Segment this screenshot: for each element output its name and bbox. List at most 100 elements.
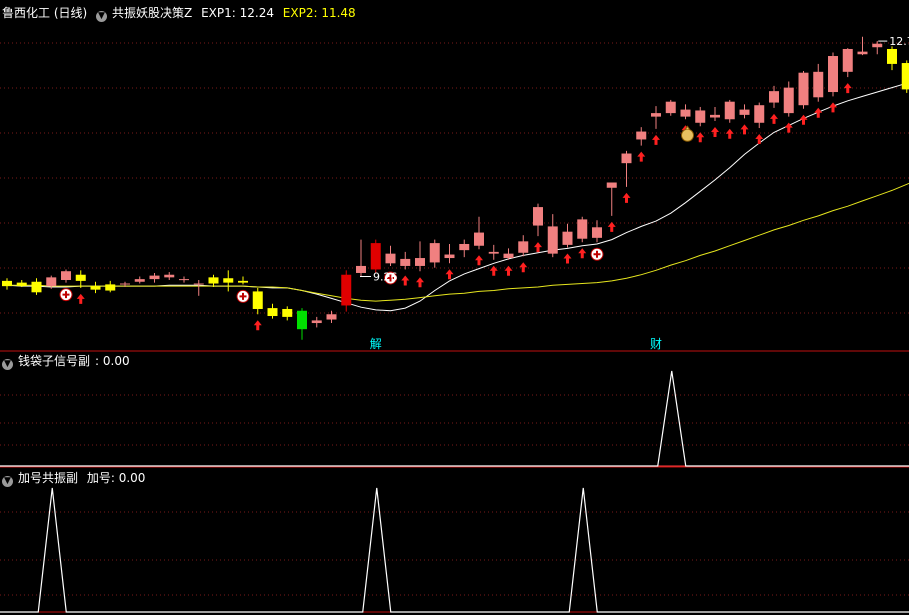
up-arrow-icon [770, 113, 778, 124]
candle-body [680, 109, 691, 117]
candle-body [134, 279, 145, 282]
candle-body [533, 207, 543, 226]
candle-body [105, 284, 116, 291]
collapse-icon[interactable]: ▼ [96, 11, 108, 22]
candle-body [695, 110, 706, 123]
up-arrow-icon [534, 242, 542, 253]
candle-body [326, 314, 337, 320]
sub-panel-1-title: 钱袋子信号副 [18, 354, 91, 368]
high-price-label: 12.71 [889, 35, 909, 48]
candle-body [238, 280, 248, 283]
candle-body [547, 226, 558, 254]
candle-body [429, 243, 440, 263]
up-arrow-icon [401, 275, 410, 286]
candle-body [872, 43, 883, 48]
main-panel-header: 鲁西化工 (日线) ▼ 共振妖股决策Z EXP1: 12.24 EXP2: 11.… [2, 6, 361, 22]
candle-body [488, 251, 499, 254]
candle-body [459, 243, 470, 251]
candle-body [75, 274, 86, 281]
candle-body [813, 71, 824, 98]
up-arrow-icon [725, 128, 734, 139]
candle-body [341, 274, 352, 306]
candle-body [370, 243, 381, 270]
up-arrow-icon [799, 114, 808, 125]
sub-panel-2-title: 加号共振副 [18, 471, 79, 485]
candle-body [415, 258, 425, 266]
up-arrow-icon [711, 127, 719, 138]
candle-body [606, 182, 617, 188]
sub-panel-1-value: : 0.00 [95, 354, 130, 368]
plus-spike-line [0, 487, 909, 613]
up-arrow-icon [843, 83, 852, 94]
candle-body [798, 72, 809, 106]
jie-signal-label: 解 [370, 337, 382, 351]
signal-markers [59, 40, 888, 331]
grid-lines [0, 42, 909, 613]
candle-body [503, 253, 514, 259]
candle-body [577, 219, 588, 239]
up-arrow-icon [445, 269, 454, 280]
up-arrow-icon [489, 265, 498, 276]
candle-body [2, 280, 12, 287]
candle-body [444, 254, 455, 259]
money-bag-icon [681, 128, 694, 142]
candle-body [297, 310, 307, 330]
moving-averages [6, 81, 909, 312]
ma-line-exp2 [7, 182, 909, 302]
up-arrow-icon [504, 265, 513, 276]
candle-body [31, 281, 42, 293]
low-price-label: 9.26 [373, 270, 398, 283]
up-arrow-icon [519, 262, 528, 273]
exp2-value: EXP2: 11.48 [282, 6, 356, 20]
up-arrow-icon [829, 102, 837, 113]
candle-body [223, 278, 234, 283]
candle-body [164, 274, 175, 278]
candle-body [400, 258, 411, 266]
sub-panel-1-plot [0, 370, 909, 467]
up-arrow-icon [740, 124, 749, 135]
up-arrow-icon [814, 107, 823, 118]
candle-body [16, 282, 27, 287]
candle-body [724, 101, 735, 120]
candle-body [739, 109, 750, 115]
collapse-icon[interactable]: ▼ [2, 359, 13, 370]
candle-body [651, 113, 661, 117]
candle-body [311, 320, 322, 324]
candle-body [636, 131, 647, 140]
candle-body [562, 231, 573, 245]
candle-body [474, 232, 484, 246]
candle-body [592, 227, 602, 238]
candle-body [842, 48, 853, 72]
up-arrow-icon [696, 132, 705, 143]
up-arrow-icon [578, 248, 587, 259]
candle-body [769, 91, 779, 103]
candle-body [149, 275, 160, 280]
up-arrow-icon [652, 134, 660, 145]
candle-body [282, 308, 293, 317]
candle-body [46, 277, 57, 287]
candle-body [267, 308, 278, 317]
candle-body [208, 277, 219, 284]
candle-body [857, 51, 868, 55]
stock-title: 鲁西化工 (日线) [2, 6, 88, 20]
exp1-value: EXP1: 12.24 [201, 6, 274, 20]
up-arrow-icon [563, 253, 572, 264]
up-arrow-icon [253, 320, 262, 331]
candle-body [754, 105, 765, 123]
up-arrow-icon [622, 192, 631, 203]
candle-body [356, 265, 366, 273]
up-arrow-icon [755, 134, 764, 145]
sub-panel-2-header: ▼ 加号共振副 加号: 0.00 [2, 471, 150, 487]
up-arrow-icon [416, 277, 424, 288]
collapse-icon[interactable]: ▼ [2, 476, 13, 487]
candle-body [901, 63, 909, 90]
up-arrow-icon [637, 151, 646, 162]
candle-body [621, 153, 632, 164]
candle-body [61, 271, 71, 280]
up-arrow-icon [475, 255, 483, 266]
candle-body [518, 241, 529, 253]
candle-body [783, 87, 794, 114]
candle-body [887, 48, 897, 64]
signal-spike-line [0, 370, 909, 467]
kline-chart[interactable]: 12.71 9.26 解 财 [0, 0, 909, 615]
